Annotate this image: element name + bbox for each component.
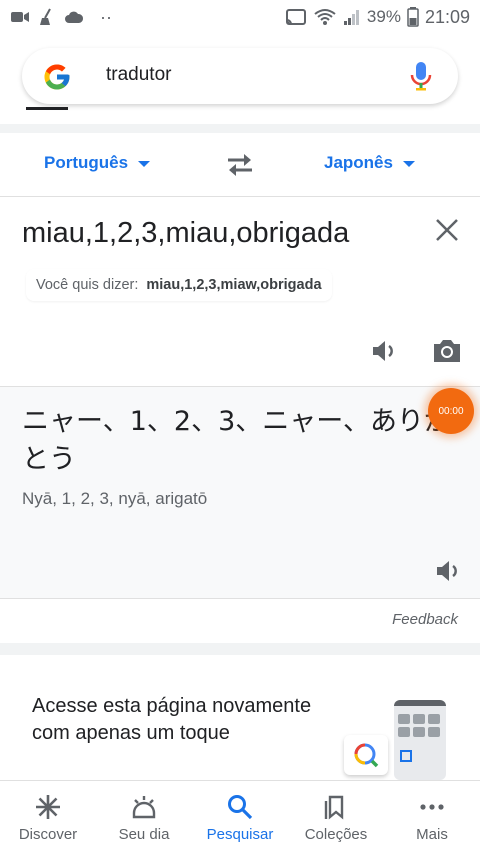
phone-illustration-icon: [394, 700, 446, 780]
swap-languages-icon[interactable]: [224, 151, 256, 179]
status-system: 39% 21:09: [285, 7, 470, 28]
feedback-link[interactable]: Feedback: [392, 611, 458, 628]
active-tab-indicator: [26, 107, 68, 110]
source-text[interactable]: miau,1,2,3,miau,obrigada: [22, 217, 349, 250]
nav-label: Discover: [18, 826, 78, 843]
chevron-down-icon: [138, 161, 151, 167]
wifi-icon: [314, 9, 336, 25]
bottom-navigation: Discover Seu dia Pesquisar Coleções Mais: [0, 780, 480, 852]
search-header: tradutor: [0, 34, 480, 124]
source-input-area[interactable]: miau,1,2,3,miau,obrigada Você quis dizer…: [0, 197, 480, 387]
nav-label: Mais: [416, 826, 448, 843]
search-query[interactable]: tradutor: [106, 64, 171, 86]
nav-label: Coleções: [304, 826, 368, 843]
selection-square-icon: [400, 750, 412, 762]
did-you-mean-suggestion[interactable]: Você quis dizer: miau,1,2,3,miaw,obrigad…: [26, 269, 332, 301]
translation-output-area: ニャー、1、2、3、ニャー、ありがとう Nyā, 1, 2, 3, nyā, a…: [0, 387, 480, 599]
chevron-down-icon: [402, 161, 415, 167]
status-notifications: ··: [10, 7, 112, 28]
screen-record-timer[interactable]: 00:00: [428, 388, 474, 434]
nav-label: Seu dia: [118, 826, 170, 843]
signal-icon: [343, 10, 359, 25]
more-dots-icon: [420, 804, 444, 810]
google-lens-icon: [344, 735, 388, 775]
speaker-icon[interactable]: [434, 557, 462, 585]
status-overflow: ··: [100, 6, 112, 27]
nav-pesquisar[interactable]: Pesquisar: [192, 781, 288, 852]
clock: 21:09: [424, 6, 470, 27]
translated-text: ニャー、1、2、3、ニャー、ありがとう: [22, 406, 451, 475]
battery-percent: 39%: [366, 7, 401, 26]
nav-discover[interactable]: Discover: [0, 781, 96, 852]
speaker-icon[interactable]: [370, 337, 398, 365]
sunrise-icon: [132, 796, 156, 819]
nav-colecoes[interactable]: Coleções: [288, 781, 384, 852]
nav-mais[interactable]: Mais: [384, 781, 480, 852]
cast-icon: [285, 9, 306, 25]
broom-icon: [40, 8, 51, 25]
suggestion-label: Você quis dizer:: [36, 277, 139, 293]
suggestion-value[interactable]: miau,1,2,3,miaw,obrigada: [146, 277, 321, 293]
status-bar: ·· 39% 21:09: [0, 0, 480, 34]
battery-icon: [407, 7, 419, 27]
source-language-label: Português: [44, 153, 129, 172]
video-camera-icon: [11, 12, 29, 22]
asterisk-icon: [36, 795, 60, 819]
close-icon[interactable]: [434, 217, 460, 243]
add-shortcut-promo[interactable]: Acesse esta página novamente com apenas …: [0, 655, 480, 780]
google-logo-icon: [44, 64, 70, 90]
bookmarks-icon: [324, 795, 344, 820]
nav-label: Pesquisar: [206, 826, 274, 843]
target-language-selector[interactable]: Japonês: [324, 153, 415, 173]
screen: ·· 39% 21:09 tradutor Português Japonês …: [0, 0, 480, 852]
nav-seu-dia[interactable]: Seu dia: [96, 781, 192, 852]
target-language-label: Japonês: [324, 153, 393, 172]
translate-card: Português Japonês miau,1,2,3,miau,obriga…: [0, 133, 480, 643]
search-icon: [228, 795, 253, 820]
cloud-icon: [65, 11, 84, 23]
microphone-icon[interactable]: [410, 61, 432, 91]
language-bar: Português Japonês: [0, 133, 480, 197]
romanization-text: Nyā, 1, 2, 3, nyā, arigatō: [22, 489, 208, 508]
search-bar[interactable]: tradutor: [22, 48, 458, 104]
camera-icon[interactable]: [432, 337, 462, 365]
source-language-selector[interactable]: Português: [44, 153, 151, 173]
promo-text: Acesse esta página novamente com apenas …: [32, 695, 312, 744]
